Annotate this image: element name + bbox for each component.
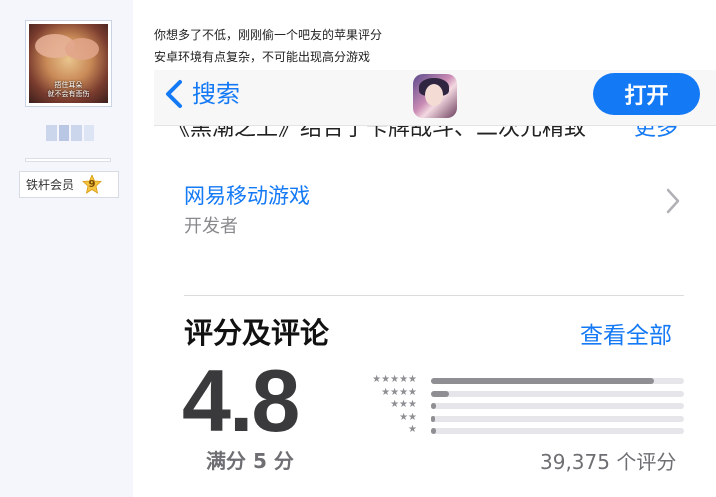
member-label: 铁杆会员 <box>26 178 75 192</box>
histogram-bar-fill <box>431 390 449 397</box>
histogram-stars: ★ <box>408 424 417 435</box>
developer-row[interactable]: 网易移动游戏 开发者 <box>154 174 716 244</box>
chevron-left-icon <box>166 80 182 108</box>
histogram-bar-track <box>431 415 684 422</box>
open-button[interactable]: 打开 <box>593 73 700 115</box>
post-body: 你想多了不低，刚刚偷一个吧友的苹果评分 安卓环境有点复杂，不可能出现高分游戏 <box>154 24 694 68</box>
profile-divider <box>25 158 111 162</box>
average-score: 4.8 <box>182 351 300 450</box>
avatar[interactable]: 捂住耳朵 就不会有悲伤 <box>25 20 112 107</box>
histogram-row: ★★★★★ <box>359 374 689 386</box>
app-icon <box>413 74 457 118</box>
avatar-caption: 捂住耳朵 就不会有悲伤 <box>29 81 108 99</box>
histogram-row: ★ <box>359 424 689 436</box>
username-blurred[interactable] <box>46 125 94 141</box>
avatar-image: 捂住耳朵 就不会有悲伤 <box>29 24 108 103</box>
histogram-row: ★★★ <box>359 399 689 411</box>
histogram-bar-fill <box>431 378 654 384</box>
histogram-stars: ★★ <box>399 411 417 423</box>
developer-label: 开发者 <box>184 216 238 237</box>
out-of-label: 满分 5 分 <box>206 449 294 473</box>
back-button[interactable]: 搜索 <box>164 78 240 110</box>
histogram-stars: ★★★★ <box>381 386 417 398</box>
histogram-bar-track <box>431 390 684 397</box>
rating-histogram: ★★★★★ ★★★★ ★★★ ★★ ★ <box>359 374 689 440</box>
back-label: 搜索 <box>192 80 240 108</box>
histogram-bar-fill <box>431 428 437 434</box>
profile-sidebar: 捂住耳朵 就不会有悲伤 铁杆会员 9 <box>0 0 133 497</box>
chevron-right-icon <box>666 188 680 214</box>
level-badge: 9 <box>82 174 102 195</box>
avatar-caption-line2: 就不会有悲伤 <box>47 90 90 98</box>
member-badge[interactable]: 铁杆会员 9 <box>19 171 119 198</box>
see-all-link[interactable]: 查看全部 <box>580 316 672 350</box>
developer-name: 网易移动游戏 <box>184 184 310 208</box>
post-line-1: 你想多了不低，刚刚偷一个吧友的苹果评分 <box>154 28 383 42</box>
section-divider <box>184 295 684 296</box>
histogram-row: ★★ <box>359 411 689 424</box>
appstore-screenshot: 《黑潮之上》结合了卡牌战斗、二次元精致 更多 搜索 打开 网易移动游戏 开发者 … <box>154 70 716 497</box>
histogram-bar-track <box>431 428 684 434</box>
rating-count: 39,375 个评分 <box>540 450 677 474</box>
appstore-navbar: 搜索 打开 <box>154 70 716 126</box>
histogram-bar-track <box>431 403 684 409</box>
histogram-bar-fill <box>431 403 437 409</box>
post-line-2: 安卓环境有点复杂，不可能出现高分游戏 <box>154 50 371 64</box>
histogram-stars: ★★★ <box>390 399 417 410</box>
histogram-bar-fill <box>431 415 435 422</box>
level-number: 9 <box>88 179 96 190</box>
histogram-row: ★★★★ <box>359 386 689 399</box>
avatar-caption-line1: 捂住耳朵 <box>54 81 83 89</box>
ratings-title: 评分及评论 <box>184 316 330 350</box>
histogram-stars: ★★★★★ <box>372 374 417 385</box>
histogram-bar-track <box>431 378 684 384</box>
